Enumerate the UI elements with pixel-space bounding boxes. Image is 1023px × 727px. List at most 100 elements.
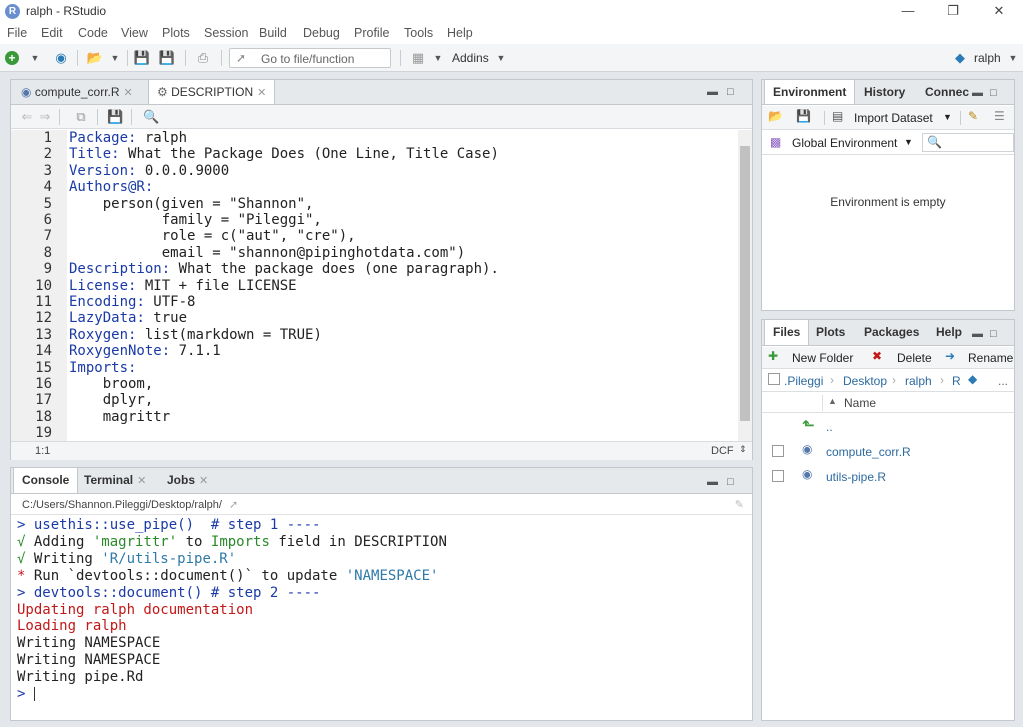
file-row[interactable]: ◉ compute_corr.R [762, 440, 1014, 464]
back-icon[interactable]: ⇐ [19, 108, 35, 126]
close-icon[interactable]: ✕ [257, 87, 266, 99]
new-file-icon[interactable]: + [5, 51, 19, 65]
tab-console[interactable]: Console [13, 468, 79, 493]
menu-debug[interactable]: Debug [303, 26, 340, 40]
menu-tools[interactable]: Tools [404, 26, 433, 40]
tab-terminal[interactable]: Terminal ✕ [76, 468, 154, 493]
editor-scrollbar[interactable] [738, 130, 752, 441]
field-key: Encoding [69, 294, 137, 310]
maximize-pane-icon[interactable]: □ [727, 86, 734, 98]
close-icon[interactable]: ✕ [199, 475, 208, 487]
tab-plots[interactable]: Plots [808, 320, 853, 345]
chevron-down-icon[interactable]: ▼ [943, 112, 952, 122]
new-folder-button[interactable]: New Folder [792, 351, 853, 365]
forward-icon[interactable]: ⇒ [37, 108, 53, 126]
filetype-selector[interactable]: DCF [711, 445, 734, 457]
broom-icon[interactable]: ✎ [735, 495, 744, 515]
tab-description[interactable]: ⚙ DESCRIPTION ✕ [148, 80, 276, 104]
delete-button[interactable]: Delete [897, 351, 932, 365]
maximize-pane-icon[interactable]: □ [727, 476, 734, 488]
menu-help[interactable]: Help [447, 26, 473, 40]
chevron-down-icon[interactable]: ▼ [30, 49, 40, 67]
open-folder-icon[interactable]: 📂 [84, 49, 106, 67]
maximize-pane-icon[interactable]: □ [990, 87, 997, 99]
line-number: 12 [35, 310, 52, 327]
line-number: 15 [35, 359, 52, 376]
import-dataset-button[interactable]: Import Dataset [854, 111, 933, 125]
list-view-icon[interactable]: ☰ [994, 109, 1005, 123]
tab-packages[interactable]: Packages [856, 320, 927, 345]
name-column-header[interactable]: Name [844, 396, 876, 410]
grid-layout-icon[interactable]: ▦ [408, 49, 428, 67]
goto-file-input[interactable]: ➚ Go to file/function [229, 48, 391, 68]
menu-session[interactable]: Session [204, 26, 248, 40]
go-to-directory-icon[interactable]: ➚ [229, 499, 238, 511]
menu-plots[interactable]: Plots [162, 26, 190, 40]
rename-button[interactable]: Rename [968, 351, 1013, 365]
broom-icon[interactable]: ✎ [968, 109, 978, 123]
breadcrumb-item[interactable]: .Pileggi [784, 374, 823, 388]
chevron-right-icon: › [940, 373, 944, 387]
chevron-down-icon[interactable]: ▼ [496, 49, 506, 67]
new-project-icon[interactable]: ◉ [50, 49, 72, 67]
select-all-checkbox[interactable] [768, 373, 780, 385]
menu-code[interactable]: Code [78, 26, 108, 40]
open-folder-icon[interactable]: 📂 [768, 109, 783, 123]
save-all-icon[interactable]: 💾 [158, 49, 176, 67]
save-icon[interactable]: 💾 [133, 49, 151, 67]
scope-selector[interactable]: Global Environment [792, 136, 897, 150]
file-checkbox[interactable] [772, 470, 784, 482]
breadcrumb-item[interactable]: R [952, 374, 961, 388]
minimize-icon[interactable]: — [893, 2, 923, 20]
breadcrumb-item[interactable]: ralph [905, 374, 932, 388]
maximize-icon[interactable]: ❐ [938, 2, 968, 20]
file-checkbox[interactable] [772, 445, 784, 457]
menu-edit[interactable]: Edit [41, 26, 63, 40]
chevron-updown-icon[interactable]: ⇕ [739, 444, 747, 455]
menu-profile[interactable]: Profile [354, 26, 389, 40]
chevron-down-icon[interactable]: ▼ [904, 137, 913, 147]
chevron-down-icon[interactable]: ▼ [433, 49, 443, 67]
print-icon[interactable]: ⎙ [193, 49, 213, 67]
file-link[interactable]: compute_corr.R [826, 445, 911, 459]
sort-up-icon[interactable]: ▲ [828, 396, 837, 406]
save-icon[interactable]: 💾 [796, 109, 811, 123]
parent-directory-link[interactable]: .. [826, 420, 833, 434]
minimize-pane-icon[interactable]: ▬ [707, 86, 718, 98]
minimize-pane-icon[interactable]: ▬ [707, 476, 718, 488]
gear-icon: ⚙ [157, 85, 168, 99]
close-icon[interactable]: ✕ [124, 87, 133, 99]
menu-build[interactable]: Build [259, 26, 287, 40]
close-icon[interactable]: ✕ [137, 475, 146, 487]
file-row[interactable]: ◉ utils-pipe.R [762, 465, 1014, 489]
file-row-up[interactable]: ⬑ .. [762, 415, 1014, 439]
more-button[interactable]: ... [998, 374, 1008, 388]
file-link[interactable]: utils-pipe.R [826, 470, 886, 484]
tab-history[interactable]: History [856, 80, 913, 104]
addins-button[interactable]: Addins [452, 49, 492, 67]
code-editor[interactable]: 1 2 3 4 5 6 7 8 9 10 11 12 13 14 15 16 17 18 19 Package: r… [11, 130, 738, 441]
breadcrumb: .Pileggi › Desktop › ralph › R ◆ ... [762, 370, 1014, 392]
search-icon[interactable]: 🔍 [143, 108, 159, 126]
menu-view[interactable]: View [121, 26, 148, 40]
breadcrumb-item[interactable]: Desktop [843, 374, 887, 388]
menu-file[interactable]: File [7, 26, 27, 40]
tab-files[interactable]: Files [764, 320, 810, 345]
tab-connections[interactable]: Connec [917, 80, 977, 104]
minimize-pane-icon[interactable]: ▬ [972, 87, 983, 99]
close-icon[interactable]: ✕ [984, 2, 1014, 20]
project-menu[interactable]: ralph [974, 49, 1006, 67]
tab-environment[interactable]: Environment [764, 80, 856, 104]
console-segment: > usethis::use_pipe() # step 1 ---- [17, 517, 321, 533]
tab-compute-corr[interactable]: ◉ compute_corr.R ✕ [13, 80, 141, 104]
environment-search-input[interactable]: 🔍 [922, 133, 1014, 152]
save-icon[interactable]: 💾 [107, 108, 123, 126]
chevron-down-icon[interactable]: ▼ [1008, 49, 1018, 67]
chevron-down-icon[interactable]: ▼ [110, 49, 120, 67]
maximize-pane-icon[interactable]: □ [990, 328, 997, 340]
show-in-window-icon[interactable]: ⧉ [73, 108, 89, 126]
tab-help[interactable]: Help [928, 320, 970, 345]
project-icon[interactable]: ◆ [968, 372, 977, 386]
tab-jobs[interactable]: Jobs ✕ [159, 468, 216, 493]
minimize-pane-icon[interactable]: ▬ [972, 328, 983, 340]
